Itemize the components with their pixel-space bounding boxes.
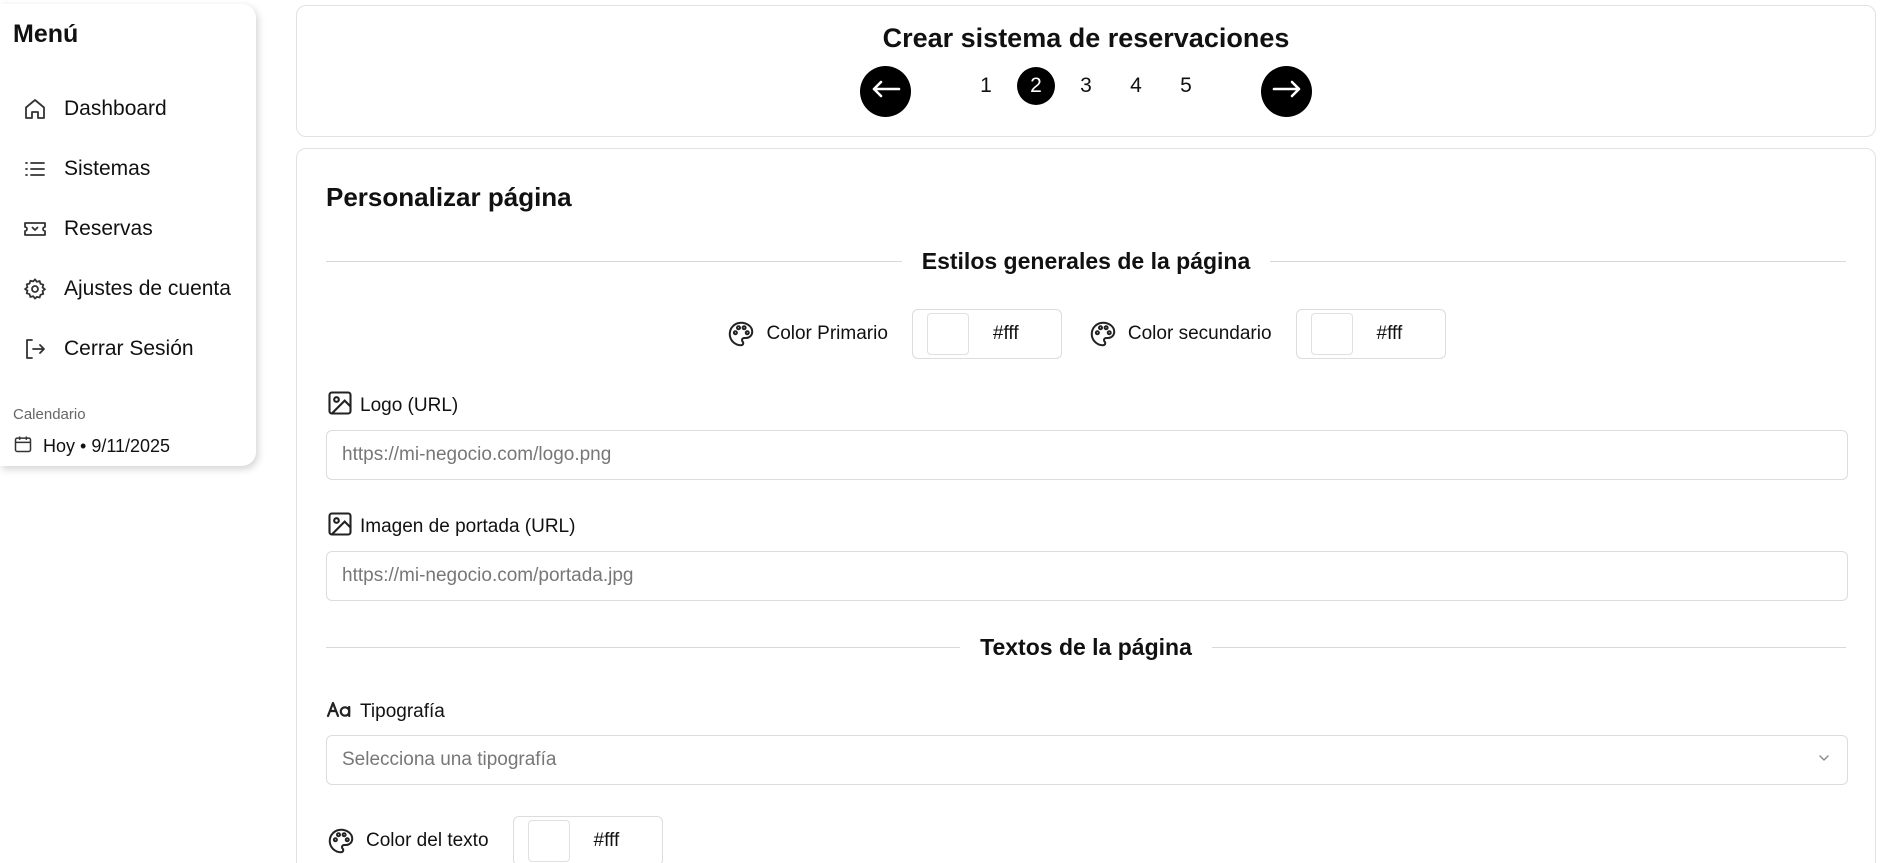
sidebar-item-sistemas[interactable]: Sistemas <box>22 149 150 189</box>
wizard-header: Crear sistema de reservaciones 1 2 3 4 5 <box>296 5 1876 137</box>
typography-label-text: Tipografía <box>360 700 445 722</box>
color-row: Color Primario #fff Color secundario #ff… <box>297 309 1875 359</box>
logo-url-input[interactable] <box>326 430 1848 480</box>
step-5[interactable]: 5 <box>1167 67 1205 105</box>
cover-url-input[interactable] <box>326 551 1848 601</box>
cover-label: Imagen de portada (URL) <box>326 510 575 543</box>
sidebar-item-ajustes[interactable]: Ajustes de cuenta <box>22 269 231 309</box>
typography-select[interactable]: Selecciona una tipografía <box>326 735 1848 785</box>
gear-icon <box>22 276 48 302</box>
text-color-value: #fff <box>593 830 620 851</box>
primary-color-group: Color Primario #fff <box>726 309 1062 359</box>
text-color-group: Color del texto #fff <box>326 816 663 863</box>
texts-heading: Textos de la página <box>980 633 1192 660</box>
customize-page-card: Personalizar página Estilos generales de… <box>296 148 1876 863</box>
sidebar-item-label: Sistemas <box>64 157 151 180</box>
sidebar: Menú Dashboard Sistemas Reservas Ajustes… <box>0 4 256 466</box>
calendar-label: Calendario <box>13 406 86 423</box>
typography-label: Tipografía <box>326 698 445 725</box>
image-icon <box>326 510 354 543</box>
divider-line <box>326 646 961 648</box>
font-icon <box>326 698 354 725</box>
primary-color-picker[interactable]: #fff <box>911 309 1062 359</box>
section-title: Personalizar página <box>326 182 572 212</box>
calendar-today-text: Hoy • 9/11/2025 <box>43 436 171 456</box>
sidebar-item-reservas[interactable]: Reservas <box>22 209 153 249</box>
list-icon <box>22 156 48 182</box>
secondary-color-group: Color secundario #fff <box>1088 309 1446 359</box>
step-list: 1 2 3 4 5 <box>967 66 1205 105</box>
secondary-color-label: Color secundario <box>1127 323 1272 344</box>
texts-divider: Textos de la página <box>326 633 1846 660</box>
step-3[interactable]: 3 <box>1067 67 1105 105</box>
palette-icon <box>1088 319 1118 349</box>
page-title: Crear sistema de reservaciones <box>882 23 1290 53</box>
text-color-picker[interactable]: #fff <box>512 816 663 863</box>
typography-select-value: Selecciona una tipografía <box>342 749 557 770</box>
palette-icon <box>726 319 756 349</box>
sidebar-item-dashboard[interactable]: Dashboard <box>22 89 167 129</box>
primary-color-label: Color Primario <box>766 323 888 344</box>
stepper: 1 2 3 4 5 <box>297 66 1875 117</box>
palette-icon <box>326 826 356 856</box>
arrow-right-icon <box>1272 79 1302 104</box>
divider-line <box>326 260 902 262</box>
logo-label-text: Logo (URL) <box>360 394 459 416</box>
calendar-icon <box>13 434 33 459</box>
chevron-down-icon <box>1816 750 1832 771</box>
image-icon <box>326 389 354 422</box>
logo-label: Logo (URL) <box>326 389 458 422</box>
sidebar-item-label: Reservas <box>64 217 153 240</box>
ticket-icon <box>22 216 48 242</box>
text-color-label: Color del texto <box>366 830 489 851</box>
prev-step-button[interactable] <box>860 66 911 117</box>
secondary-color-swatch[interactable] <box>1310 313 1353 355</box>
cover-label-text: Imagen de portada (URL) <box>360 515 576 537</box>
home-icon <box>22 96 48 122</box>
step-2-active[interactable]: 2 <box>1017 66 1055 105</box>
menu-title: Menú <box>13 20 79 48</box>
secondary-color-picker[interactable]: #fff <box>1295 309 1446 359</box>
sidebar-item-label: Ajustes de cuenta <box>64 277 231 300</box>
logout-icon <box>22 336 48 362</box>
secondary-color-value: #fff <box>1376 323 1403 344</box>
step-4[interactable]: 4 <box>1117 67 1155 105</box>
general-styles-divider: Estilos generales de la página <box>326 247 1847 274</box>
sidebar-item-label: Cerrar Sesión <box>64 337 194 360</box>
sidebar-item-label: Dashboard <box>64 97 167 120</box>
sidebar-item-cerrar-sesion[interactable]: Cerrar Sesión <box>22 329 194 369</box>
next-step-button[interactable] <box>1261 66 1312 117</box>
general-styles-heading: Estilos generales de la página <box>921 247 1251 274</box>
divider-line <box>1211 646 1846 648</box>
step-1[interactable]: 1 <box>967 67 1005 105</box>
primary-color-swatch[interactable] <box>926 313 969 355</box>
arrow-left-icon <box>871 79 901 104</box>
divider-line <box>1270 260 1847 262</box>
calendar-today: Hoy • 9/11/2025 <box>13 434 170 459</box>
text-color-swatch[interactable] <box>527 820 570 862</box>
primary-color-value: #fff <box>992 323 1019 344</box>
